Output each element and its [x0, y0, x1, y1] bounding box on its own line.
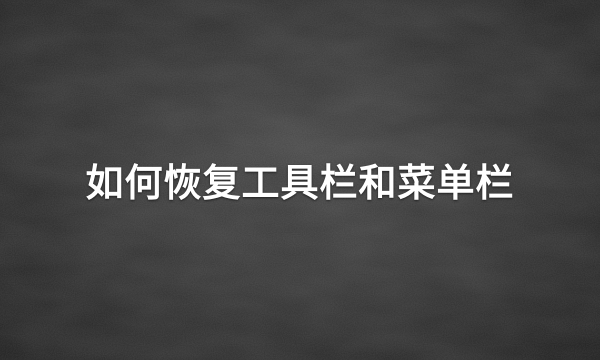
- title-text: 如何恢复工具栏和菜单栏: [85, 161, 515, 205]
- cover-image: 如何恢复工具栏和菜单栏: [0, 0, 600, 360]
